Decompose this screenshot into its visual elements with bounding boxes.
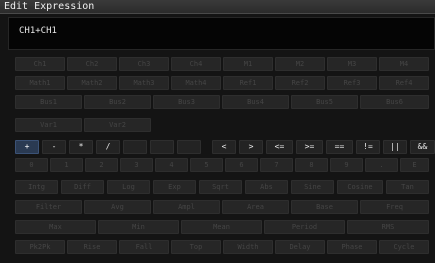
key-rms[interactable]: RMS — [347, 220, 429, 234]
key-max[interactable]: Max — [15, 220, 96, 234]
key-divide[interactable]: / — [96, 140, 120, 154]
key-diff[interactable]: Diff — [61, 180, 104, 194]
key-less-equal[interactable]: <= — [266, 140, 293, 154]
key-digit-8[interactable]: 8 — [295, 158, 328, 172]
key-filter[interactable]: Filter — [15, 200, 82, 214]
key-width[interactable]: Width — [223, 240, 273, 254]
key-mean[interactable]: Mean — [181, 220, 262, 234]
key-bus5[interactable]: Bus5 — [291, 95, 358, 109]
key-digit-0[interactable]: 0 — [15, 158, 48, 172]
key-tan[interactable]: Tan — [386, 180, 429, 194]
key-rise[interactable]: Rise — [67, 240, 117, 254]
key-digit-3[interactable]: 3 — [120, 158, 153, 172]
key-avg[interactable]: Avg — [84, 200, 151, 214]
key-open-paren[interactable]: ( — [123, 140, 147, 154]
key-pk2pk[interactable]: Pk2Pk — [15, 240, 65, 254]
key-blank[interactable] — [177, 140, 201, 154]
key-cosine[interactable]: Cosine — [337, 180, 383, 194]
key-cycle[interactable]: Cycle — [379, 240, 429, 254]
key-decimal[interactable]: . — [365, 158, 398, 172]
key-less-than[interactable]: < — [212, 140, 236, 154]
key-math4[interactable]: Math4 — [171, 76, 221, 90]
key-m2[interactable]: M2 — [275, 57, 325, 71]
key-abs[interactable]: Abs — [245, 180, 288, 194]
key-not-equal[interactable]: != — [356, 140, 380, 154]
key-ch4[interactable]: Ch4 — [171, 57, 221, 71]
key-greater-equal[interactable]: >= — [296, 140, 323, 154]
key-bus3[interactable]: Bus3 — [153, 95, 220, 109]
keypad: Ch1 Ch2 Ch3 Ch4 M1 M2 M3 M4 Math1 Math2 … — [0, 0, 435, 263]
key-digit-6[interactable]: 6 — [225, 158, 258, 172]
key-ref4[interactable]: Ref4 — [379, 76, 429, 90]
key-ref3[interactable]: Ref3 — [327, 76, 377, 90]
key-sqrt[interactable]: Sqrt — [199, 180, 242, 194]
key-period[interactable]: Period — [264, 220, 345, 234]
key-digit-5[interactable]: 5 — [190, 158, 223, 172]
key-bus6[interactable]: Bus6 — [360, 95, 429, 109]
key-freq[interactable]: Freq — [360, 200, 429, 214]
key-math2[interactable]: Math2 — [67, 76, 117, 90]
key-ch2[interactable]: Ch2 — [67, 57, 117, 71]
key-exponent[interactable]: E — [400, 158, 429, 172]
key-ref2[interactable]: Ref2 — [275, 76, 325, 90]
key-digit-4[interactable]: 4 — [155, 158, 188, 172]
key-area[interactable]: Area — [222, 200, 289, 214]
key-m3[interactable]: M3 — [327, 57, 377, 71]
key-equals[interactable]: == — [326, 140, 353, 154]
key-var2[interactable]: Var2 — [84, 118, 151, 132]
key-math3[interactable]: Math3 — [119, 76, 169, 90]
key-math1[interactable]: Math1 — [15, 76, 65, 90]
key-close-paren[interactable]: ) — [150, 140, 174, 154]
key-greater-than[interactable]: > — [239, 140, 263, 154]
key-ch1[interactable]: Ch1 — [15, 57, 65, 71]
key-base[interactable]: Base — [291, 200, 358, 214]
key-digit-1[interactable]: 1 — [50, 158, 83, 172]
key-sine[interactable]: Sine — [291, 180, 334, 194]
key-top[interactable]: Top — [171, 240, 221, 254]
key-ref1[interactable]: Ref1 — [223, 76, 273, 90]
key-log[interactable]: Log — [107, 180, 150, 194]
key-var1[interactable]: Var1 — [15, 118, 82, 132]
key-fall[interactable]: Fall — [119, 240, 169, 254]
key-bus4[interactable]: Bus4 — [222, 95, 289, 109]
key-m4[interactable]: M4 — [379, 57, 429, 71]
key-and[interactable]: && — [410, 140, 435, 154]
key-plus[interactable]: + — [15, 140, 39, 154]
key-digit-2[interactable]: 2 — [85, 158, 118, 172]
key-multiply[interactable]: * — [69, 140, 93, 154]
key-phase[interactable]: Phase — [327, 240, 377, 254]
key-ampl[interactable]: Ampl — [153, 200, 220, 214]
key-bus2[interactable]: Bus2 — [84, 95, 151, 109]
key-exp[interactable]: Exp — [153, 180, 196, 194]
key-digit-7[interactable]: 7 — [260, 158, 293, 172]
key-delay[interactable]: Delay — [275, 240, 325, 254]
key-m1[interactable]: M1 — [223, 57, 273, 71]
key-digit-9[interactable]: 9 — [330, 158, 363, 172]
key-ch3[interactable]: Ch3 — [119, 57, 169, 71]
key-bus1[interactable]: Bus1 — [15, 95, 82, 109]
key-intg[interactable]: Intg — [15, 180, 58, 194]
key-minus[interactable]: - — [42, 140, 66, 154]
key-or[interactable]: || — [383, 140, 407, 154]
key-min[interactable]: Min — [98, 220, 179, 234]
